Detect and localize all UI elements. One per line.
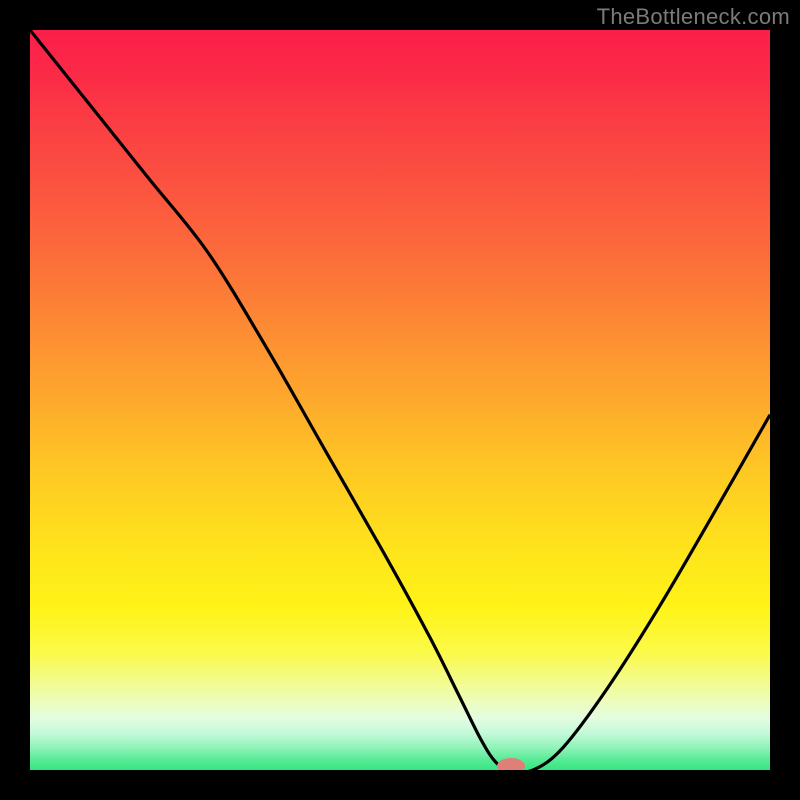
curve-svg [30,30,770,770]
chart-frame: TheBottleneck.com [0,0,800,800]
watermark-label: TheBottleneck.com [597,4,790,30]
plot-area [30,30,770,770]
optimal-marker [497,758,525,770]
bottleneck-curve [30,30,770,770]
